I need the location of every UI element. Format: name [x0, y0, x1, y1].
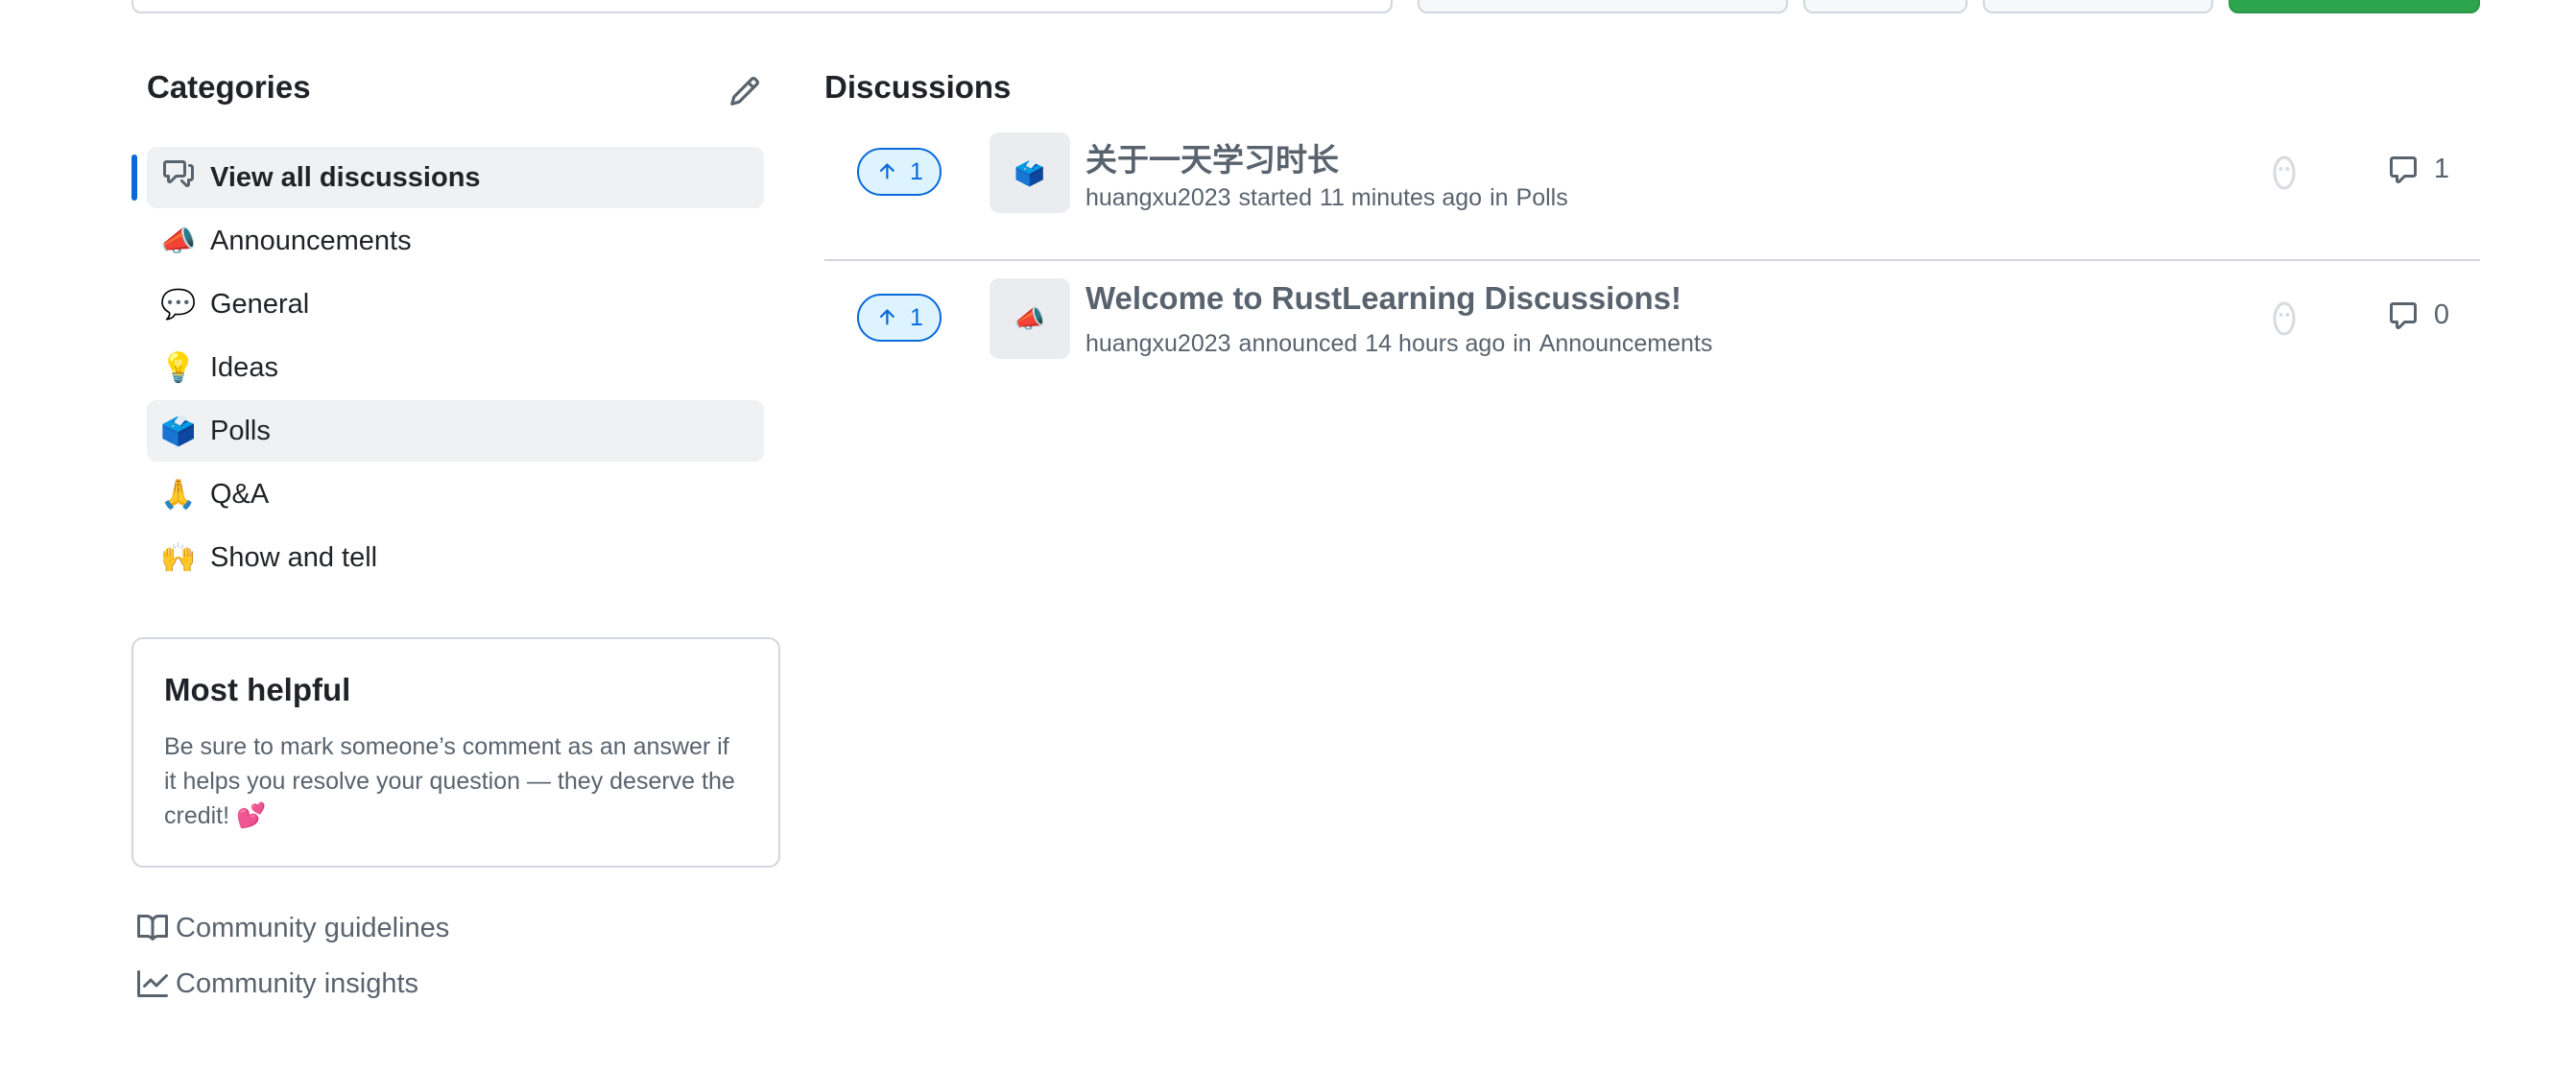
filter-dropdown[interactable] — [1803, 0, 1968, 13]
participant-avatar-icon[interactable] — [2268, 154, 2301, 192]
speech-bubble-icon: 💬 — [160, 288, 197, 321]
ballot-box-icon: 🗳️ — [1014, 157, 1046, 187]
ballot-box-icon: 🗳️ — [160, 415, 197, 447]
discussion-title[interactable]: 关于一天学习时长 — [1085, 134, 1339, 180]
community-insights-link[interactable]: Community insights — [137, 956, 449, 1012]
category-label: View all discussions — [210, 161, 481, 193]
author-link[interactable]: huangxu2023 — [1085, 184, 1231, 211]
category-list: View all discussions 📣 Announcements 💬 G… — [131, 147, 780, 588]
community-guidelines-label: Community guidelines — [176, 912, 450, 943]
category-item-general[interactable]: 💬 General — [147, 274, 764, 335]
category-item-announcements[interactable]: 📣 Announcements — [147, 210, 764, 272]
in-text: in — [1490, 184, 1509, 211]
discussions-icon — [160, 158, 197, 197]
discussion-meta: huangxu2023 announced 14 hours ago in Announ… — [1085, 330, 1712, 358]
category-badge: 🗳️ — [990, 132, 1070, 213]
categories-title: Categories — [147, 69, 311, 105]
praying-hands-icon: 🙏 — [160, 478, 197, 511]
author-link[interactable]: huangxu2023 — [1085, 330, 1231, 357]
most-helpful-card: Most helpful Be sure to mark someone’s c… — [131, 637, 780, 868]
pencil-icon[interactable] — [728, 75, 761, 107]
discussions-title: Discussions — [824, 69, 1012, 105]
new-discussion-button[interactable] — [2229, 0, 2480, 13]
most-helpful-text: Be sure to mark someone’s comment as an … — [164, 733, 735, 829]
megaphone-icon: 📣 — [1014, 303, 1046, 333]
upvote-button[interactable]: 1 — [857, 148, 942, 196]
label-dropdown[interactable] — [1983, 0, 2213, 13]
vote-count: 1 — [910, 157, 923, 185]
action-text: announced — [1238, 330, 1358, 357]
categories-header: Categories — [131, 58, 780, 125]
comment-icon — [2389, 155, 2417, 183]
vote-count: 1 — [910, 303, 923, 331]
guidelines-icon — [137, 914, 168, 941]
category-label: General — [210, 288, 310, 320]
categories-sidebar: Categories View all discussions 📣 Announ… — [131, 58, 780, 999]
arrow-up-icon — [879, 309, 894, 325]
category-label: Polls — [210, 415, 271, 446]
participant-avatar-icon[interactable] — [2268, 299, 2301, 338]
raising-hands-icon: 🙌 — [160, 541, 197, 574]
sort-dropdown[interactable] — [1418, 0, 1788, 13]
arrow-up-icon — [879, 163, 894, 179]
most-helpful-title: Most helpful — [164, 672, 351, 707]
timestamp: 14 hours ago — [1365, 330, 1506, 357]
category-link[interactable]: Announcements — [1539, 330, 1713, 357]
action-text: started — [1238, 184, 1312, 211]
in-text: in — [1513, 330, 1532, 357]
comment-icon — [2389, 301, 2417, 329]
graph-icon — [137, 970, 168, 997]
community-insights-label: Community insights — [176, 967, 419, 999]
category-item-show-and-tell[interactable]: 🙌 Show and tell — [147, 527, 764, 588]
comment-count: 1 — [2433, 154, 2449, 184]
category-item-qa[interactable]: 🙏 Q&A — [147, 464, 764, 525]
category-item-view-all[interactable]: View all discussions — [131, 147, 764, 208]
timestamp: 11 minutes ago — [1319, 184, 1483, 211]
lightbulb-icon: 💡 — [160, 351, 197, 384]
discussion-meta: huangxu2023 started 11 minutes ago in Polls — [1085, 184, 1568, 212]
category-label: Announcements — [210, 225, 412, 256]
comment-count-link[interactable]: 1 — [2388, 154, 2449, 185]
category-badge: 📣 — [990, 278, 1070, 359]
category-item-polls[interactable]: 🗳️ Polls — [147, 400, 764, 462]
megaphone-icon: 📣 — [160, 225, 197, 257]
discussions-page: Categories View all discussions 📣 Announ… — [0, 0, 2576, 1073]
upvote-button[interactable]: 1 — [857, 294, 942, 342]
discussion-row: 1 🗳️ 关于一天学习时长 huangxu2023 started 11 minut… — [824, 115, 2480, 261]
comment-count-link[interactable]: 0 — [2388, 299, 2449, 331]
search-input[interactable] — [131, 0, 1393, 13]
category-label: Show and tell — [210, 541, 378, 573]
community-links: Community guidelines Community insights — [137, 900, 449, 1012]
category-item-ideas[interactable]: 💡 Ideas — [147, 337, 764, 398]
comment-count: 0 — [2433, 299, 2449, 330]
discussion-row: 1 📣 Welcome to RustLearning Discussions!… — [824, 261, 2480, 405]
discussion-title[interactable]: Welcome to RustLearning Discussions! — [1085, 280, 1682, 317]
category-label: Ideas — [210, 351, 278, 383]
category-label: Q&A — [210, 478, 270, 510]
category-link[interactable]: Polls — [1516, 184, 1568, 211]
community-guidelines-link[interactable]: Community guidelines — [137, 900, 449, 956]
top-toolbar — [0, 0, 2576, 15]
